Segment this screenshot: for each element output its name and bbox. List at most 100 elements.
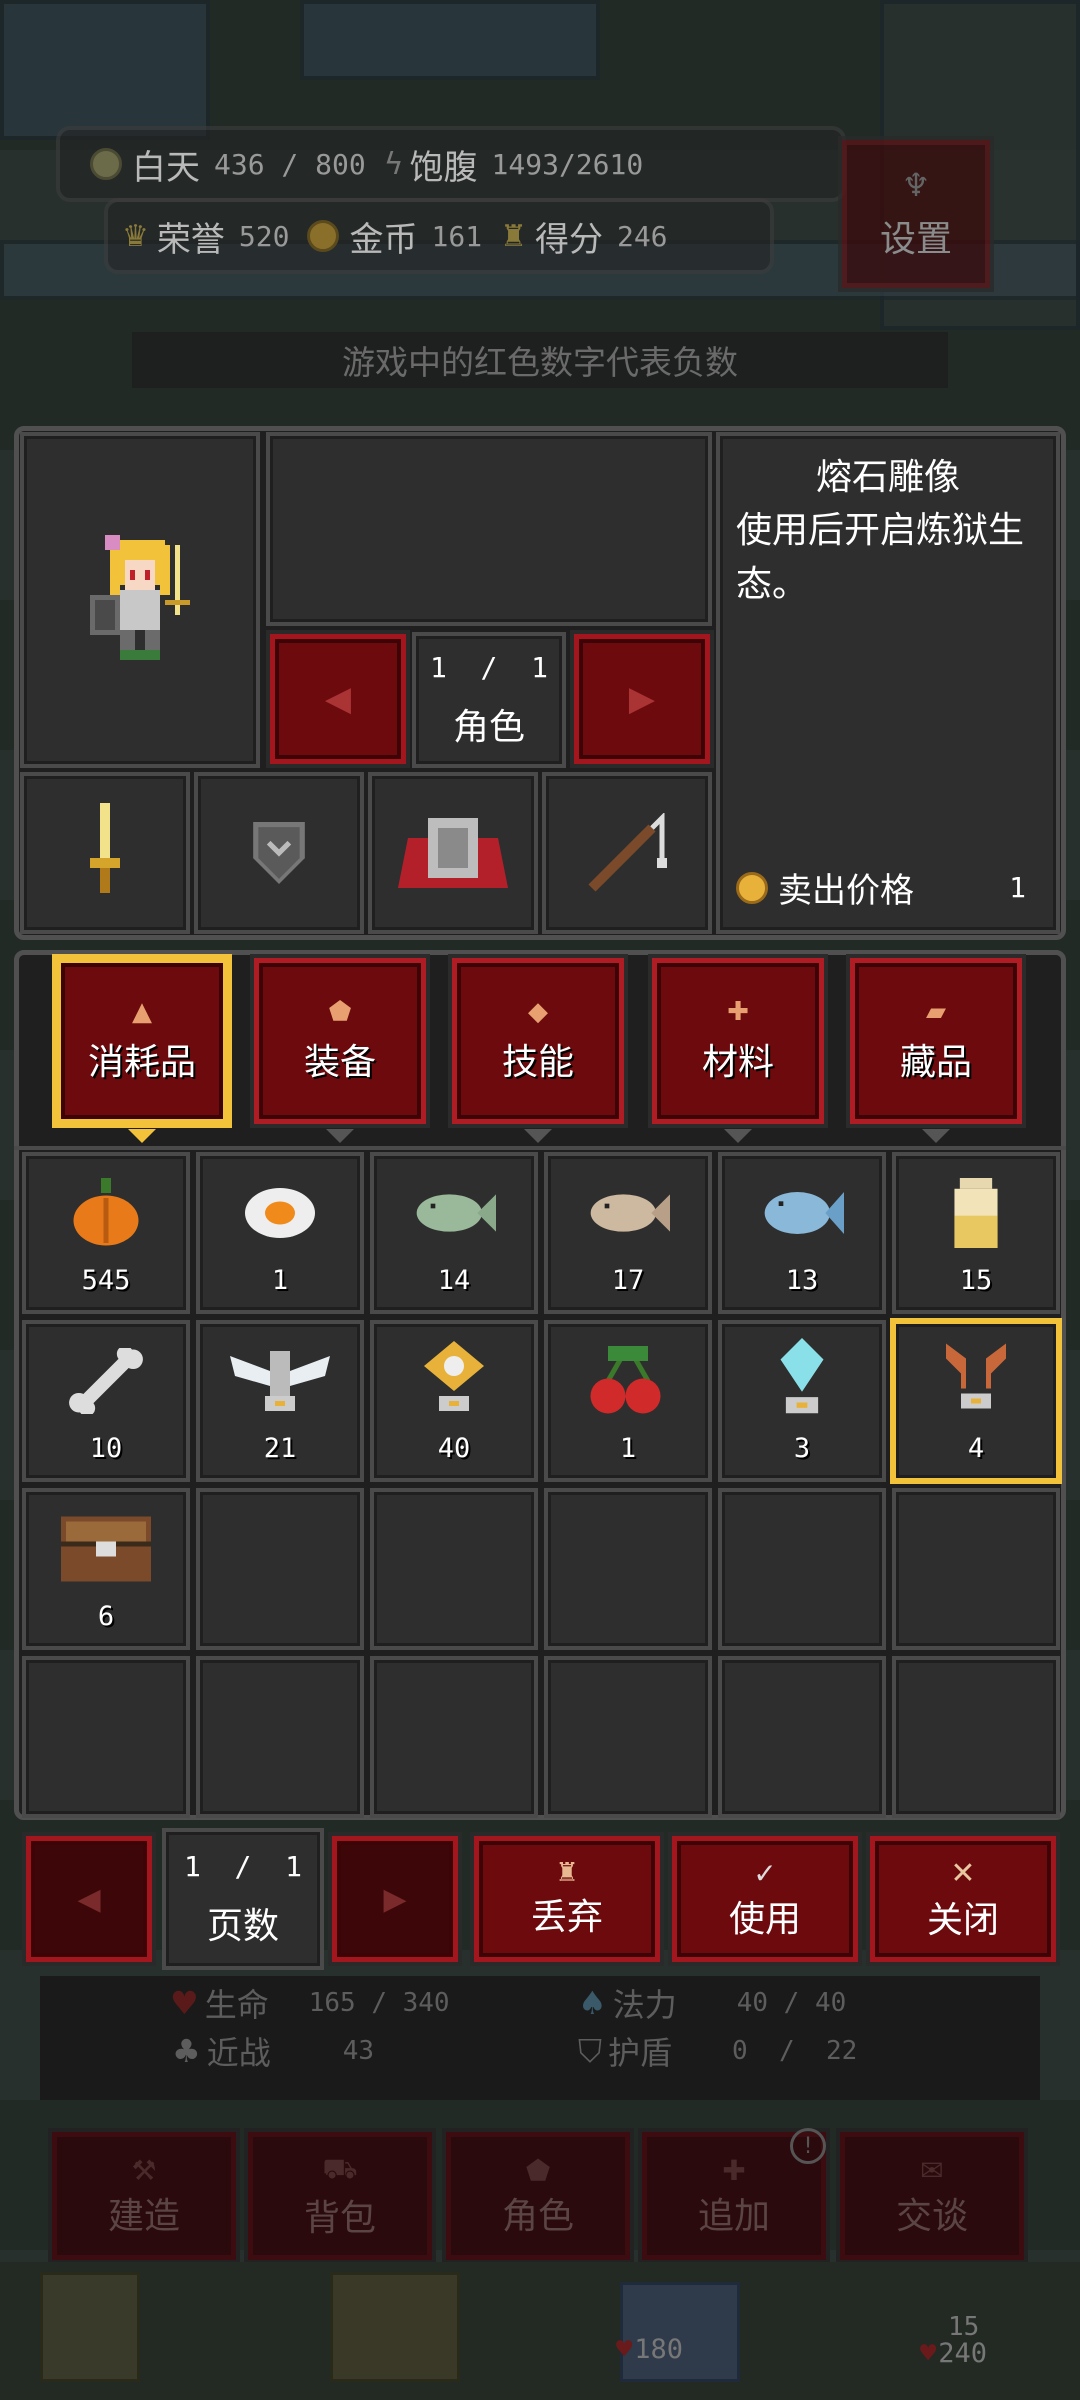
item-count: 6 <box>97 1601 115 1632</box>
inventory-slot[interactable] <box>370 1656 538 1818</box>
tab-label: 藏品 <box>899 1042 972 1083</box>
tab-label: 消耗品 <box>87 1042 196 1083</box>
notification-badge-icon: ! <box>790 2128 826 2164</box>
fried-egg-icon <box>245 1187 315 1243</box>
gold-coin-icon <box>736 871 768 904</box>
tab-label: 技能 <box>501 1042 574 1083</box>
tab-indicator-icon <box>524 1129 552 1143</box>
item-description: 使用后开启炼狱生态。 <box>736 510 1025 605</box>
next-character-button[interactable]: ▶ <box>574 634 710 764</box>
inventory-slot[interactable]: 1 <box>196 1152 364 1314</box>
tab-indicator-icon <box>922 1129 950 1143</box>
inventory-slot[interactable] <box>544 1656 712 1818</box>
food-label: 饱腹 <box>409 147 478 188</box>
inventory-slot[interactable] <box>892 1488 1060 1650</box>
character-page-count: 1 / 1 <box>429 650 548 684</box>
inventory-slot[interactable] <box>718 1488 886 1650</box>
bell-icon: ♣ <box>172 2032 201 2070</box>
equip-slot-tool[interactable] <box>542 772 712 934</box>
right-arrow-icon: ▶ <box>628 679 656 719</box>
tab-1[interactable]: ⬟ 装备 <box>254 958 426 1143</box>
honor-value: 520 <box>238 219 290 253</box>
tab-3[interactable]: ✚ 材料 <box>652 958 824 1143</box>
tab-0[interactable]: ▲ 消耗品 <box>56 958 228 1143</box>
equip-slot-armor[interactable] <box>368 772 538 934</box>
item-count: 4 <box>967 1433 985 1464</box>
crown-icon: ♛ <box>122 218 149 254</box>
close-label: 关闭 <box>926 1899 999 1941</box>
shield-icon <box>253 822 305 884</box>
tab-2[interactable]: ◆ 技能 <box>452 958 624 1143</box>
menu-label: 角色 <box>501 2195 574 2237</box>
bone-icon <box>68 1345 144 1418</box>
inventory-page-count: 1 / 1 <box>183 1849 302 1883</box>
tab-divider <box>14 1146 1066 1150</box>
item-count: 545 <box>81 1265 131 1296</box>
inventory-slot[interactable] <box>196 1656 364 1818</box>
inventory-slot[interactable]: 13 <box>718 1152 886 1314</box>
shield-stat: ⛉ 护盾 0 / 22 <box>578 2028 857 2074</box>
inventory-slot[interactable]: 3 <box>718 1320 886 1482</box>
menu-button-4[interactable]: ✉ 交谈 <box>840 2132 1024 2260</box>
shield-icon: ⛉ <box>578 2031 603 2070</box>
inventory-slot[interactable]: 10 <box>22 1320 190 1482</box>
equip-slot-shield[interactable] <box>194 772 364 934</box>
inventory-slot[interactable]: 40 <box>370 1320 538 1482</box>
equip-slot-weapon[interactable] <box>20 772 190 934</box>
pumpkin-icon <box>71 1177 141 1252</box>
inventory-slot[interactable] <box>892 1656 1060 1818</box>
item-count: 1 <box>271 1265 289 1296</box>
inventory-slot[interactable] <box>196 1488 364 1650</box>
potion-icon: ▲ <box>132 997 152 1027</box>
use-button[interactable]: ✓ 使用 <box>672 1836 858 1962</box>
next-page-button[interactable]: ▶ <box>332 1836 458 1962</box>
jar-icon <box>948 1177 1004 1252</box>
left-arrow-icon: ◀ <box>77 1881 101 1917</box>
menu-label: 追加 <box>697 2195 770 2237</box>
item-count: 3 <box>793 1433 811 1464</box>
character-pager: 1 / 1 角色 <box>412 632 566 768</box>
plus-icon: ✚ <box>727 997 749 1027</box>
settings-icon: ♆ <box>901 166 931 204</box>
inventory-slot[interactable]: 4 <box>892 1320 1060 1482</box>
melee-stat: ♣ 近战 43 <box>172 2028 374 2074</box>
menu-button-0[interactable]: ⚒ 建造 <box>52 2132 236 2260</box>
unit-hp-a-value: 180 <box>634 2334 684 2365</box>
heart-icon: ♥ <box>920 2338 937 2369</box>
sell-price-value: 1 <box>1009 871 1026 904</box>
close-button[interactable]: ✕ 关闭 <box>870 1836 1056 1962</box>
knight-girl-icon <box>90 535 190 660</box>
inventory-slot[interactable]: 17 <box>544 1152 712 1314</box>
item-count: 10 <box>89 1433 123 1464</box>
item-count: 21 <box>263 1433 297 1464</box>
inventory-slot[interactable]: 545 <box>22 1152 190 1314</box>
settings-label: 设置 <box>879 219 952 260</box>
tip-banner: 游戏中的红色数字代表负数 <box>132 332 948 388</box>
prev-character-button[interactable]: ◀ <box>270 634 406 764</box>
inventory-slot[interactable] <box>22 1656 190 1818</box>
inventory-slot[interactable] <box>370 1488 538 1650</box>
prev-page-button[interactable]: ◀ <box>26 1836 152 1962</box>
green-fish-icon <box>412 1189 496 1241</box>
settings-button[interactable]: ♆ 设置 <box>842 140 990 288</box>
inventory-slot[interactable]: 6 <box>22 1488 190 1650</box>
inventory-slot[interactable] <box>718 1656 886 1818</box>
food-value: 1493/2610 <box>491 147 644 181</box>
menu-button-2[interactable]: ⬟ 角色 <box>446 2132 630 2260</box>
inventory-slot[interactable]: 15 <box>892 1152 1060 1314</box>
inventory-slot[interactable]: 14 <box>370 1152 538 1314</box>
inventory-slot[interactable]: 1 <box>544 1320 712 1482</box>
discard-button[interactable]: ♜ 丢弃 <box>474 1836 660 1962</box>
hunger-icon: ϟ <box>383 146 404 182</box>
menu-button-1[interactable]: ⛟ 背包 <box>248 2132 432 2260</box>
item-count: 13 <box>785 1265 819 1296</box>
building-icon <box>40 2272 140 2382</box>
melee-label: 近战 <box>206 2034 271 2072</box>
inventory-slot[interactable]: 21 <box>196 1320 364 1482</box>
tab-4[interactable]: ▰ 藏品 <box>850 958 1022 1143</box>
tab-indicator-icon <box>326 1129 354 1143</box>
item-name: 熔石雕像 <box>815 457 960 498</box>
inventory-slot[interactable] <box>544 1488 712 1650</box>
left-arrow-icon: ◀ <box>324 679 352 719</box>
tab-label: 装备 <box>303 1042 376 1083</box>
